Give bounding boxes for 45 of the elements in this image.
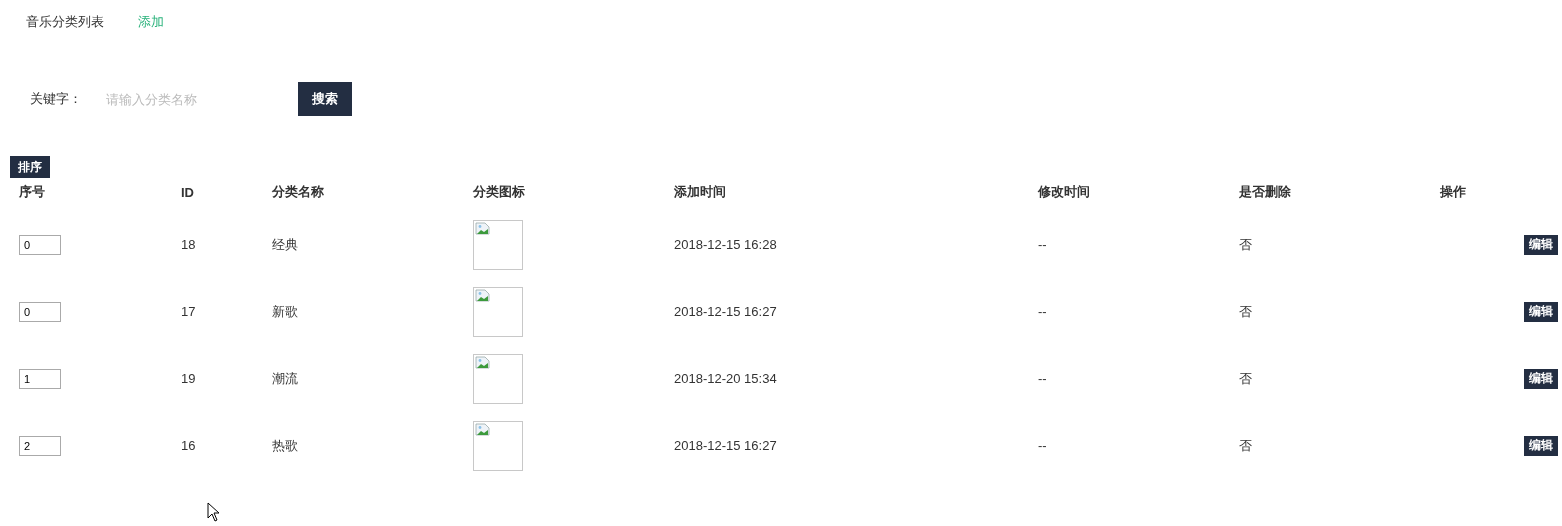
table-cell-text: -- — [1038, 371, 1048, 386]
table-cell-text: 2018-12-15 16:28 — [674, 237, 778, 252]
column-header: 是否删除 — [1239, 183, 1292, 201]
column-header: ID — [181, 184, 195, 200]
keyword-label: 关键字： — [30, 90, 83, 108]
table-cell-text: -- — [1038, 304, 1048, 319]
order-input[interactable]: 2 — [19, 435, 61, 456]
page-title: 音乐分类列表 — [26, 12, 104, 31]
table-cell-text: 经典 — [272, 235, 299, 254]
edit-button[interactable]: 编辑 — [1524, 301, 1558, 322]
broken-image-icon — [473, 286, 523, 337]
table-cell-text: 19 — [181, 371, 197, 386]
table-cell-text: 热歌 — [272, 436, 299, 455]
table-cell-text: 2018-12-20 15:34 — [674, 371, 778, 386]
table-cell-text: 新歌 — [272, 302, 299, 321]
table-cell-text: 否 — [1239, 235, 1253, 254]
table-cell-text: -- — [1038, 237, 1048, 252]
order-input[interactable]: 1 — [19, 368, 61, 389]
column-header: 添加时间 — [674, 183, 727, 201]
column-header: 修改时间 — [1038, 183, 1091, 201]
order-input[interactable]: 0 — [19, 301, 61, 322]
edit-button[interactable]: 编辑 — [1524, 435, 1558, 456]
table-cell-text: 否 — [1239, 369, 1253, 388]
edit-button[interactable]: 编辑 — [1524, 368, 1558, 389]
column-header: 序号 — [19, 183, 46, 201]
table-cell-text: -- — [1038, 438, 1048, 453]
table-cell-text: 否 — [1239, 436, 1253, 455]
table-cell-text: 2018-12-15 16:27 — [674, 304, 778, 319]
column-header: 操作 — [1440, 183, 1467, 201]
broken-image-icon — [473, 219, 523, 270]
table-cell-text: 16 — [181, 438, 197, 453]
table-cell-text: 潮流 — [272, 369, 299, 388]
broken-image-icon — [473, 353, 523, 404]
column-header: 分类图标 — [473, 183, 526, 201]
column-header: 分类名称 — [272, 183, 325, 201]
table-cell-text: 2018-12-15 16:27 — [674, 438, 778, 453]
cursor-icon — [207, 502, 220, 522]
sort-button[interactable]: 排序 — [10, 156, 50, 178]
search-button[interactable]: 搜索 — [298, 82, 352, 116]
table-cell-text: 17 — [181, 304, 197, 319]
broken-image-icon — [473, 420, 523, 471]
order-input[interactable]: 0 — [19, 234, 61, 255]
table-cell-text: 否 — [1239, 302, 1253, 321]
edit-button[interactable]: 编辑 — [1524, 234, 1558, 255]
table-cell-text: 18 — [181, 237, 197, 252]
